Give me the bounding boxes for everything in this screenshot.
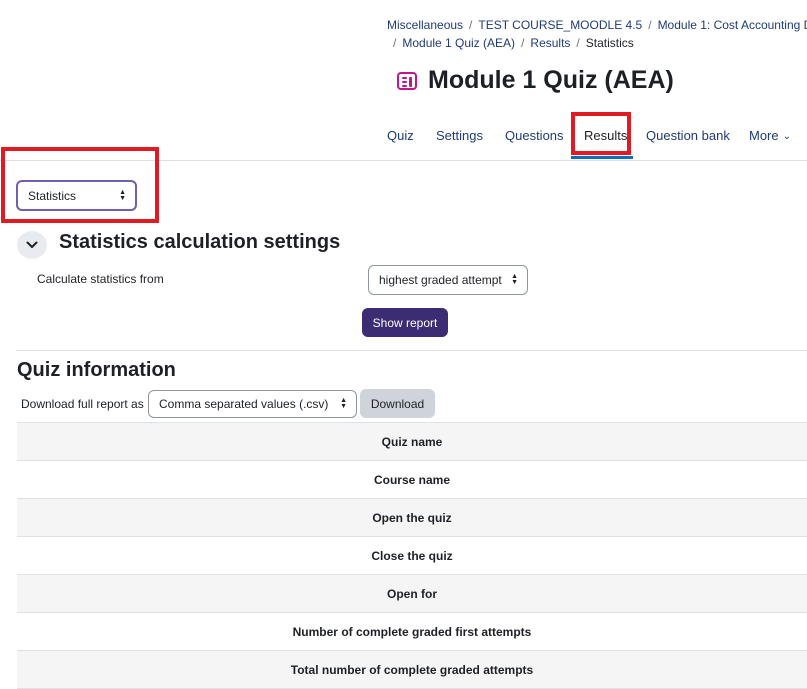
tab-more[interactable]: More ⌄ [749, 128, 791, 143]
tab-quiz[interactable]: Quiz [387, 128, 414, 143]
table-row: Open the quiz [17, 499, 807, 537]
row-label-quiz-name: Quiz name [381, 434, 443, 449]
breadcrumb-separator: / [648, 18, 652, 32]
tab-results[interactable]: Results [584, 128, 627, 143]
calculate-from-label: Calculate statistics from [37, 272, 164, 286]
select-arrows-icon: ▲ ▼ [511, 273, 518, 286]
table-row: Close the quiz [17, 537, 807, 575]
breadcrumb-miscellaneous[interactable]: Miscellaneous [387, 18, 463, 32]
settings-section-title: Statistics calculation settings [59, 231, 341, 253]
breadcrumb-separator: / [576, 36, 580, 50]
quiz-information-title: Quiz information [17, 359, 176, 381]
download-format-value: Comma separated values (.csv) [159, 397, 329, 411]
breadcrumb-row-1: Miscellaneous / TEST COURSE_MOODLE 4.5 / Mod… [387, 16, 807, 34]
breadcrumb-course[interactable]: TEST COURSE_MOODLE 4.5 [478, 18, 642, 32]
row-label-first-attempts: Number of complete graded first attempts [292, 624, 532, 639]
section-divider [16, 350, 807, 351]
quiz-info-table: Quiz name Course name Open the quiz Clos… [17, 422, 807, 689]
row-label-close-quiz: Close the quiz [371, 548, 453, 563]
tab-questions[interactable]: Questions [505, 128, 564, 143]
download-format-select[interactable]: Comma separated values (.csv) ▲ ▼ [148, 390, 357, 418]
row-label-open-quiz: Open the quiz [372, 510, 452, 525]
page-header: Module 1 Quiz (AEA) [397, 66, 674, 95]
breadcrumb-separator: / [521, 36, 525, 50]
row-label-open-for: Open for [387, 586, 437, 601]
table-row: Course name [17, 461, 807, 499]
show-report-button[interactable]: Show report [362, 308, 448, 337]
breadcrumb-quiz[interactable]: Module 1 Quiz (AEA) [402, 36, 515, 50]
breadcrumb-module[interactable]: Module 1: Cost Accounting Dec [658, 18, 807, 32]
breadcrumb-results[interactable]: Results [530, 36, 570, 50]
breadcrumb-current: Statistics [585, 36, 634, 50]
chevron-down-icon: ⌄ [782, 131, 792, 142]
tab-question-bank[interactable]: Question bank [646, 128, 730, 143]
report-select[interactable]: Statistics ▲ ▼ [16, 180, 137, 211]
table-row: Quiz name [17, 423, 807, 461]
page-title: Module 1 Quiz (AEA) [428, 66, 674, 94]
row-label-course-name: Course name [373, 472, 451, 487]
select-arrows-icon: ▲ ▼ [340, 397, 347, 410]
download-report-label: Download full report as [21, 397, 144, 411]
collapse-toggle-button[interactable] [17, 231, 47, 259]
attempt-select[interactable]: highest graded attempt ▲ ▼ [368, 265, 528, 295]
table-row: Open for [17, 575, 807, 613]
table-row: Total number of complete graded attempts [17, 651, 807, 689]
breadcrumb: Miscellaneous / TEST COURSE_MOODLE 4.5 / Mod… [387, 16, 807, 52]
tab-more-label: More [749, 128, 779, 143]
secondary-navigation: Quiz Settings Questions Results Question… [0, 118, 807, 161]
row-label-total-attempts: Total number of complete graded attempts [290, 662, 534, 677]
chevron-down-icon [26, 241, 38, 248]
active-tab-indicator [571, 156, 633, 159]
attempt-select-value: highest graded attempt [379, 273, 502, 287]
select-arrows-icon: ▲ ▼ [119, 188, 126, 202]
quiz-icon [397, 71, 417, 90]
report-select-value: Statistics [28, 188, 77, 203]
download-button[interactable]: Download [360, 389, 435, 418]
tab-settings[interactable]: Settings [436, 128, 483, 143]
breadcrumb-separator: / [393, 36, 397, 50]
table-row: Number of complete graded first attempts [17, 613, 807, 651]
breadcrumb-separator: / [469, 18, 473, 32]
breadcrumb-row-2: / Module 1 Quiz (AEA) / Results / Statistics [393, 34, 807, 52]
